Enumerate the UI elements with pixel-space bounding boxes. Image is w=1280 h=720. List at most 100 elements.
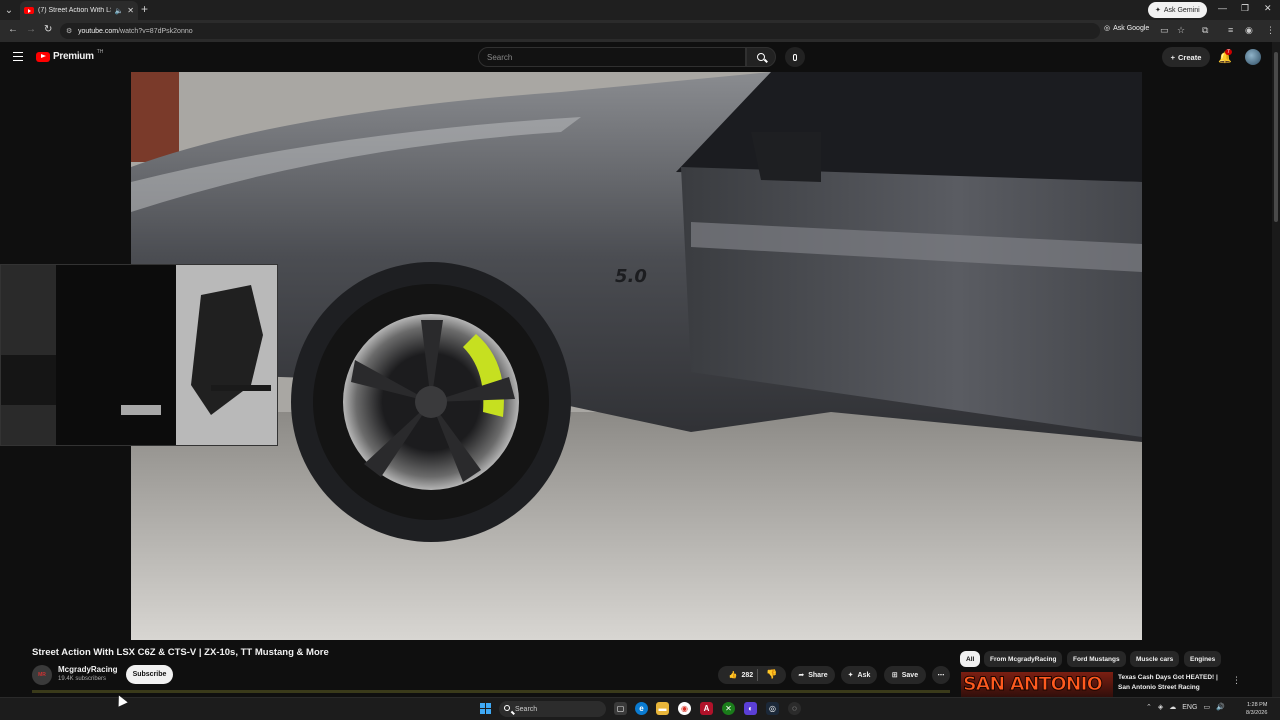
restore-icon[interactable]: ❐: [1241, 3, 1249, 14]
extensions-icon[interactable]: ⧉: [1202, 25, 1208, 36]
tray-chevron-icon[interactable]: ⌃: [1146, 703, 1152, 711]
volume-icon[interactable]: 🔊: [1216, 703, 1225, 711]
onedrive-icon[interactable]: ☁: [1169, 703, 1176, 711]
microphone-icon: [793, 53, 797, 61]
share-label: Share: [808, 671, 828, 679]
search-button[interactable]: [746, 47, 776, 67]
search-input[interactable]: Search: [478, 47, 746, 67]
system-tray: ⌃ ◈ ☁ ENG ▭ 🔊: [1146, 703, 1225, 712]
save-label: Save: [901, 671, 919, 679]
create-label: Create: [1178, 52, 1202, 62]
voice-search-button[interactable]: [785, 47, 805, 67]
progress-bar[interactable]: [32, 690, 950, 693]
chip-ford-mustangs[interactable]: Ford Mustangs: [1067, 651, 1126, 667]
side-mirror: [751, 132, 821, 182]
address-bar-row: ← → ↻ ⚙ youtube.com/watch?v=87dPsk2onno …: [0, 20, 1280, 42]
url-field[interactable]: ⚙ youtube.com/watch?v=87dPsk2onno: [60, 23, 1100, 39]
reload-icon[interactable]: ↻: [44, 24, 52, 35]
channel-avatar[interactable]: MR: [32, 665, 52, 685]
chip-engines[interactable]: Engines: [1184, 651, 1222, 667]
ask-gemini-button[interactable]: ✦ Ask Gemini: [1148, 2, 1207, 18]
scroll-thumb[interactable]: [1274, 52, 1278, 222]
webcam-overlay: [0, 264, 278, 446]
logo-text: Premium: [53, 51, 94, 62]
new-tab-icon[interactable]: +: [141, 2, 148, 16]
speaker-icon[interactable]: 🔈: [115, 7, 124, 15]
chrome-icon[interactable]: ◉: [678, 702, 691, 715]
sparkle-icon: ✦: [1155, 7, 1161, 14]
video-frame: 5.0: [131, 72, 1142, 640]
file-explorer-icon[interactable]: ▬: [656, 702, 669, 715]
chip-all[interactable]: All: [960, 651, 981, 667]
thumbs-up-icon: 👍: [728, 672, 738, 679]
language-indicator[interactable]: ENG: [1182, 704, 1197, 711]
brick-wall: [131, 72, 179, 162]
plus-icon: +: [1170, 52, 1176, 62]
logo-country-code: TH: [96, 48, 104, 55]
profile-icon[interactable]: ◉: [1245, 25, 1253, 36]
app-icon[interactable]: ◌: [788, 702, 801, 715]
windows-start-icon[interactable]: [480, 703, 491, 714]
site-info-icon[interactable]: ⚙: [66, 27, 72, 35]
search-icon: [504, 705, 510, 711]
browser-tab[interactable]: (7) Street Action With LSX C 🔈 ✕: [20, 1, 138, 20]
page-scrollbar[interactable]: [1272, 42, 1280, 697]
task-view-icon[interactable]: ▢: [614, 702, 627, 715]
chip-from-channel[interactable]: From McgradyRacing: [984, 651, 1063, 667]
subscribe-button[interactable]: Subscribe: [126, 665, 173, 684]
create-button[interactable]: + Create: [1162, 47, 1210, 67]
cast-icon[interactable]: ▭: [1160, 25, 1169, 36]
hamburger-menu-icon[interactable]: [13, 52, 23, 61]
more-horizontal-icon: ⋯: [937, 672, 945, 679]
subscriber-count: 19.4K subscribers: [58, 676, 107, 682]
minimize-icon[interactable]: —: [1218, 3, 1227, 13]
recommended-menu-icon[interactable]: ⋮: [1232, 675, 1241, 686]
account-avatar[interactable]: [1245, 49, 1261, 65]
thumbs-down-icon[interactable]: 👎: [766, 669, 777, 680]
media-controls-icon[interactable]: ≡: [1228, 25, 1233, 35]
wheel-hub: [415, 386, 447, 418]
save-button[interactable]: ⊞ Save: [884, 666, 926, 684]
save-playlist-icon: ⊞: [891, 672, 898, 679]
ask-google-button[interactable]: ◎ Ask Google: [1104, 24, 1150, 33]
bookmark-star-icon[interactable]: ☆: [1177, 25, 1185, 36]
video-player[interactable]: 5.0: [131, 72, 1142, 640]
clock-date: 8/3/2026: [1246, 710, 1268, 716]
steam-icon[interactable]: ◎: [766, 702, 779, 715]
taskbar-search-input[interactable]: Search: [499, 701, 606, 717]
display-icon[interactable]: ▭: [1203, 703, 1210, 711]
discord-icon[interactable]: ◐: [744, 702, 757, 715]
channel-name[interactable]: McgradyRacing: [58, 665, 118, 674]
video-title: Street Action With LSX C6Z & CTS-V | ZX-…: [32, 647, 329, 658]
taskbar-clock[interactable]: 1:28 PM 8/3/2026: [1246, 701, 1267, 717]
youtube-favicon-icon: [24, 7, 34, 14]
recommended-title[interactable]: Texas Cash Days Got HEATED! | San Antoni…: [1118, 673, 1228, 693]
ask-google-label: Ask Google: [1113, 24, 1150, 32]
xbox-icon[interactable]: ✕: [722, 702, 735, 715]
ask-gemini-label: Ask Gemini: [1163, 6, 1200, 14]
acrobat-icon[interactable]: A: [700, 702, 713, 715]
tab-list-chevron-icon[interactable]: ⌄: [0, 0, 18, 20]
more-actions-button[interactable]: ⋯: [932, 666, 950, 684]
webcam-frame: [1, 265, 277, 445]
youtube-masthead: Premium TH Search + Create 🔔 7: [0, 42, 1280, 72]
close-tab-icon[interactable]: ✕: [127, 6, 134, 15]
recommended-thumbnail[interactable]: SAN ANTONIO: [961, 672, 1113, 699]
back-icon[interactable]: ←: [8, 24, 18, 35]
chip-muscle-cars[interactable]: Muscle cars: [1130, 651, 1180, 667]
sparkle-icon: ✦: [847, 672, 854, 679]
url-path: /watch?v=87dPsk2onno: [118, 27, 193, 35]
window-close-icon[interactable]: ✕: [1264, 3, 1272, 14]
share-button[interactable]: ➦ Share: [791, 666, 835, 684]
network-icon[interactable]: ◈: [1158, 703, 1163, 711]
ask-label: Ask: [857, 671, 871, 679]
forward-icon[interactable]: →: [26, 24, 36, 35]
notification-count-badge: 7: [1225, 49, 1232, 55]
ask-button[interactable]: ✦ Ask: [841, 666, 877, 684]
browser-menu-icon[interactable]: ⋮: [1266, 25, 1275, 36]
tab-title: (7) Street Action With LSX C: [38, 7, 111, 14]
google-lens-icon: ◎: [1104, 25, 1111, 32]
windows-taskbar: Search ▢ e ▬ ◉ A ✕ ◐ ◎ ◌ ⌃ ◈ ☁ ENG ▭ 🔊 1…: [0, 697, 1280, 720]
edge-icon[interactable]: e: [635, 702, 648, 715]
youtube-premium-logo[interactable]: Premium TH: [36, 48, 104, 62]
